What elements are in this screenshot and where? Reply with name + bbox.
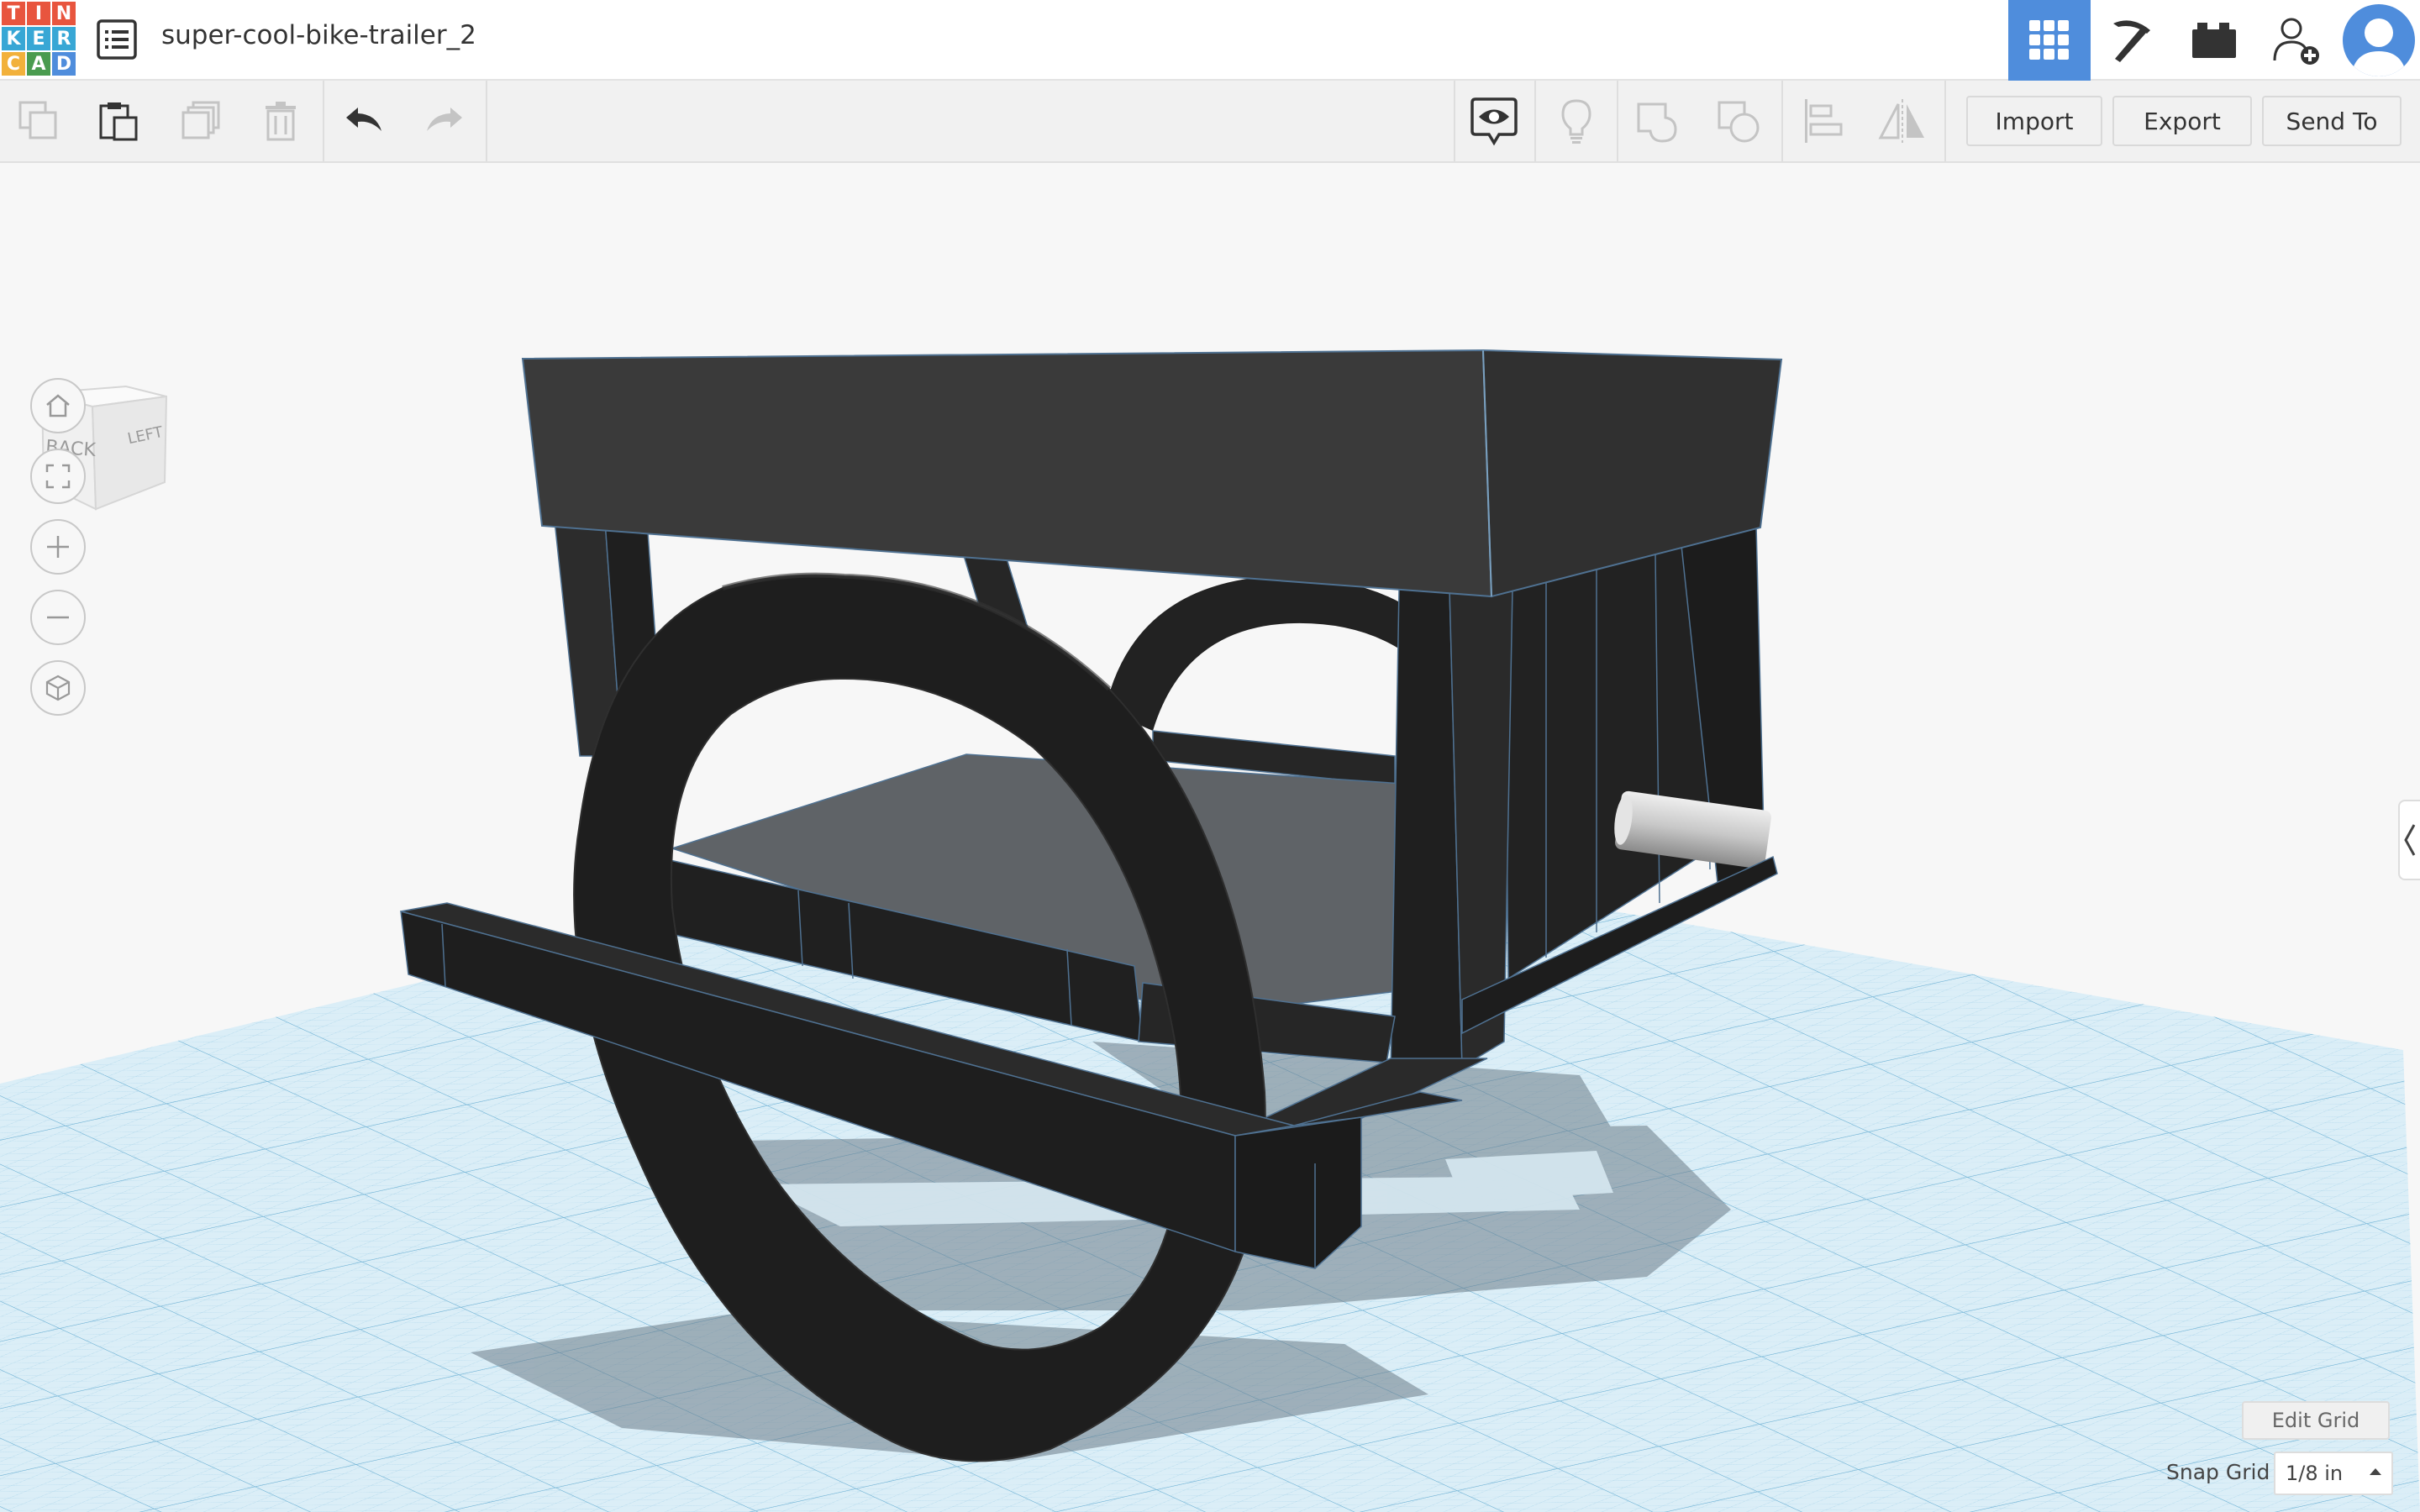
logo-letter: K (2, 27, 25, 50)
list-icon (97, 19, 137, 60)
toolbar-divider (323, 81, 324, 161)
bricks-view-button[interactable] (2173, 0, 2255, 81)
plus-icon (47, 536, 69, 558)
undo-icon (346, 108, 381, 131)
copy-icon (18, 101, 57, 139)
delete-button[interactable] (255, 96, 306, 146)
home-icon (46, 394, 70, 417)
pickaxe-icon (2113, 20, 2150, 62)
redo-icon (427, 108, 462, 131)
account-menu[interactable] (2338, 0, 2420, 81)
toolbar-divider (1617, 81, 1618, 161)
group-icon (1637, 102, 1677, 143)
align-icon (1805, 99, 1843, 143)
toolbar-divider (1944, 81, 1946, 161)
import-button[interactable]: Import (1966, 96, 2102, 146)
tinkercad-logo[interactable]: TIN KER CAD (2, 2, 76, 76)
chevron-left-icon (2404, 824, 2416, 856)
add-user-icon (2273, 18, 2319, 65)
light-button[interactable] (1551, 96, 1602, 146)
mirror-button[interactable] (1877, 96, 1928, 146)
fit-all-button[interactable] (30, 449, 86, 504)
cargo-box[interactable] (521, 349, 1783, 598)
grid-icon (2029, 20, 2069, 60)
zoom-out-button[interactable] (30, 590, 86, 645)
document-title[interactable]: super-cool-bike-trailer_2 (161, 20, 476, 50)
align-button[interactable] (1798, 96, 1849, 146)
paste-button[interactable] (92, 96, 143, 146)
duplicate-button[interactable] (176, 96, 227, 146)
export-button[interactable]: Export (2112, 96, 2252, 146)
user-avatar-icon (2343, 4, 2415, 76)
brick-icon (2192, 23, 2236, 58)
minus-icon (47, 616, 69, 619)
redo-button[interactable] (418, 96, 469, 146)
copy-button[interactable] (13, 96, 64, 146)
side-slats[interactable] (1503, 524, 1765, 980)
snap-grid-value: 1/8 in (2286, 1462, 2344, 1485)
toolbar-divider (1781, 81, 1783, 161)
logo-letter: A (27, 52, 50, 76)
design-list-button[interactable] (96, 18, 138, 60)
caret-up-icon (2370, 1468, 2381, 1475)
toolbar-divider (486, 81, 487, 161)
logo-letter: T (2, 2, 25, 25)
logo-letter: R (52, 27, 76, 50)
trash-icon (266, 102, 296, 141)
mirror-icon (1878, 99, 1924, 143)
top-bar: TIN KER CAD super-cool-bike-trailer_2 (0, 0, 2420, 81)
ungroup-icon (1718, 101, 1760, 143)
home-view-button[interactable] (30, 378, 86, 433)
notes-eye-icon (1470, 97, 1518, 146)
logo-letter: C (2, 52, 25, 76)
logo-letter: I (27, 2, 50, 25)
ortho-toggle-button[interactable] (30, 660, 86, 716)
group-button[interactable] (1634, 96, 1684, 146)
invite-user-button[interactable] (2255, 0, 2338, 81)
edit-toolbar: Import Export Send To (0, 81, 2420, 163)
logo-letter: N (52, 2, 76, 25)
3d-design-view-button[interactable] (2008, 0, 2091, 81)
3d-workplane[interactable]: BACK LEFT Edit Grid Snap Grid 1/8 in (0, 163, 2420, 1512)
logo-letter: D (52, 52, 76, 76)
blocks-view-button[interactable] (2091, 0, 2173, 81)
notes-toggle-button[interactable] (1469, 96, 1519, 146)
cube-icon (45, 675, 71, 701)
snap-grid-select[interactable]: 1/8 in (2274, 1452, 2393, 1495)
toolbar-divider (1534, 81, 1536, 161)
scene-canvas[interactable] (0, 163, 2420, 1512)
fit-icon (45, 464, 71, 489)
zoom-in-button[interactable] (30, 519, 86, 575)
paste-icon (99, 102, 138, 141)
ungroup-button[interactable] (1714, 96, 1765, 146)
send-to-button[interactable]: Send To (2262, 96, 2402, 146)
undo-button[interactable] (339, 96, 390, 146)
toolbar-divider (1454, 81, 1455, 161)
duplicate-icon (182, 101, 220, 139)
snap-grid-label: Snap Grid (2166, 1460, 2270, 1484)
logo-letter: E (27, 27, 50, 50)
back-wheel[interactable] (1105, 575, 1445, 731)
edit-grid-button[interactable]: Edit Grid (2242, 1401, 2390, 1440)
shapes-panel-toggle[interactable] (2398, 800, 2420, 880)
lightbulb-icon (1561, 99, 1591, 144)
